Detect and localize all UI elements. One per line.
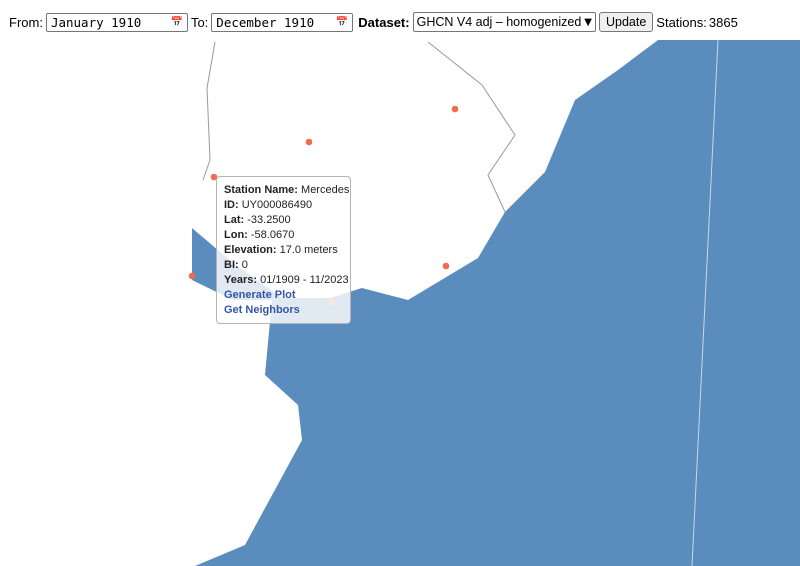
- dataset-value: GHCN V4 adj – homogenized: [416, 15, 582, 29]
- to-date-value: December 1910: [216, 14, 315, 30]
- lon-label: Lon:: [224, 229, 248, 241]
- country-border-east: [427, 41, 516, 213]
- from-date-value: January 1910: [50, 14, 142, 30]
- dataset-label: Dataset:: [358, 14, 410, 30]
- stations-label: Stations:: [656, 14, 707, 30]
- stations-count: 3865: [708, 14, 738, 30]
- from-date-input[interactable]: January 1910 📅: [45, 12, 188, 32]
- calendar-icon[interactable]: 📅: [171, 17, 183, 28]
- bi-label: BI:: [224, 259, 239, 271]
- calendar-icon[interactable]: 📅: [336, 17, 348, 28]
- get-neighbors-link[interactable]: Get Neighbors: [224, 304, 300, 316]
- station-popup: Station Name: Mercedes ID: UY000086490 L…: [216, 176, 351, 324]
- station-marker[interactable]: [188, 272, 196, 280]
- elevation-value: 17.0 meters: [279, 244, 338, 256]
- lon-value: -58.0670: [250, 229, 295, 241]
- generate-plot-link[interactable]: Generate Plot: [224, 289, 296, 301]
- lat-value: -33.2500: [247, 214, 291, 226]
- controls-bar: From: January 1910 📅 To: December 1910 📅…: [0, 0, 800, 44]
- station-marker[interactable]: [451, 105, 459, 113]
- map-canvas[interactable]: [0, 0, 800, 566]
- station-name-value: Mercedes: [301, 184, 350, 196]
- from-label: From:: [9, 14, 43, 30]
- years-value: 01/1909 - 11/2023: [260, 274, 349, 286]
- to-date-input[interactable]: December 1910 📅: [211, 12, 354, 32]
- lat-label: Lat:: [224, 214, 245, 226]
- elevation-label: Elevation:: [224, 244, 277, 256]
- station-marker[interactable]: [305, 138, 313, 146]
- country-border: [202, 41, 216, 181]
- years-label: Years:: [224, 274, 258, 286]
- id-value: UY000086490: [241, 199, 313, 211]
- chevron-down-icon: ▼: [584, 16, 592, 28]
- to-label: To:: [190, 14, 209, 30]
- bi-value: 0: [241, 259, 248, 271]
- id-label: ID:: [224, 199, 239, 211]
- dataset-select[interactable]: GHCN V4 adj – homogenized ▼: [412, 12, 596, 32]
- station-marker[interactable]: [442, 262, 450, 270]
- update-button[interactable]: Update: [598, 12, 654, 32]
- station-name-label: Station Name:: [224, 184, 298, 196]
